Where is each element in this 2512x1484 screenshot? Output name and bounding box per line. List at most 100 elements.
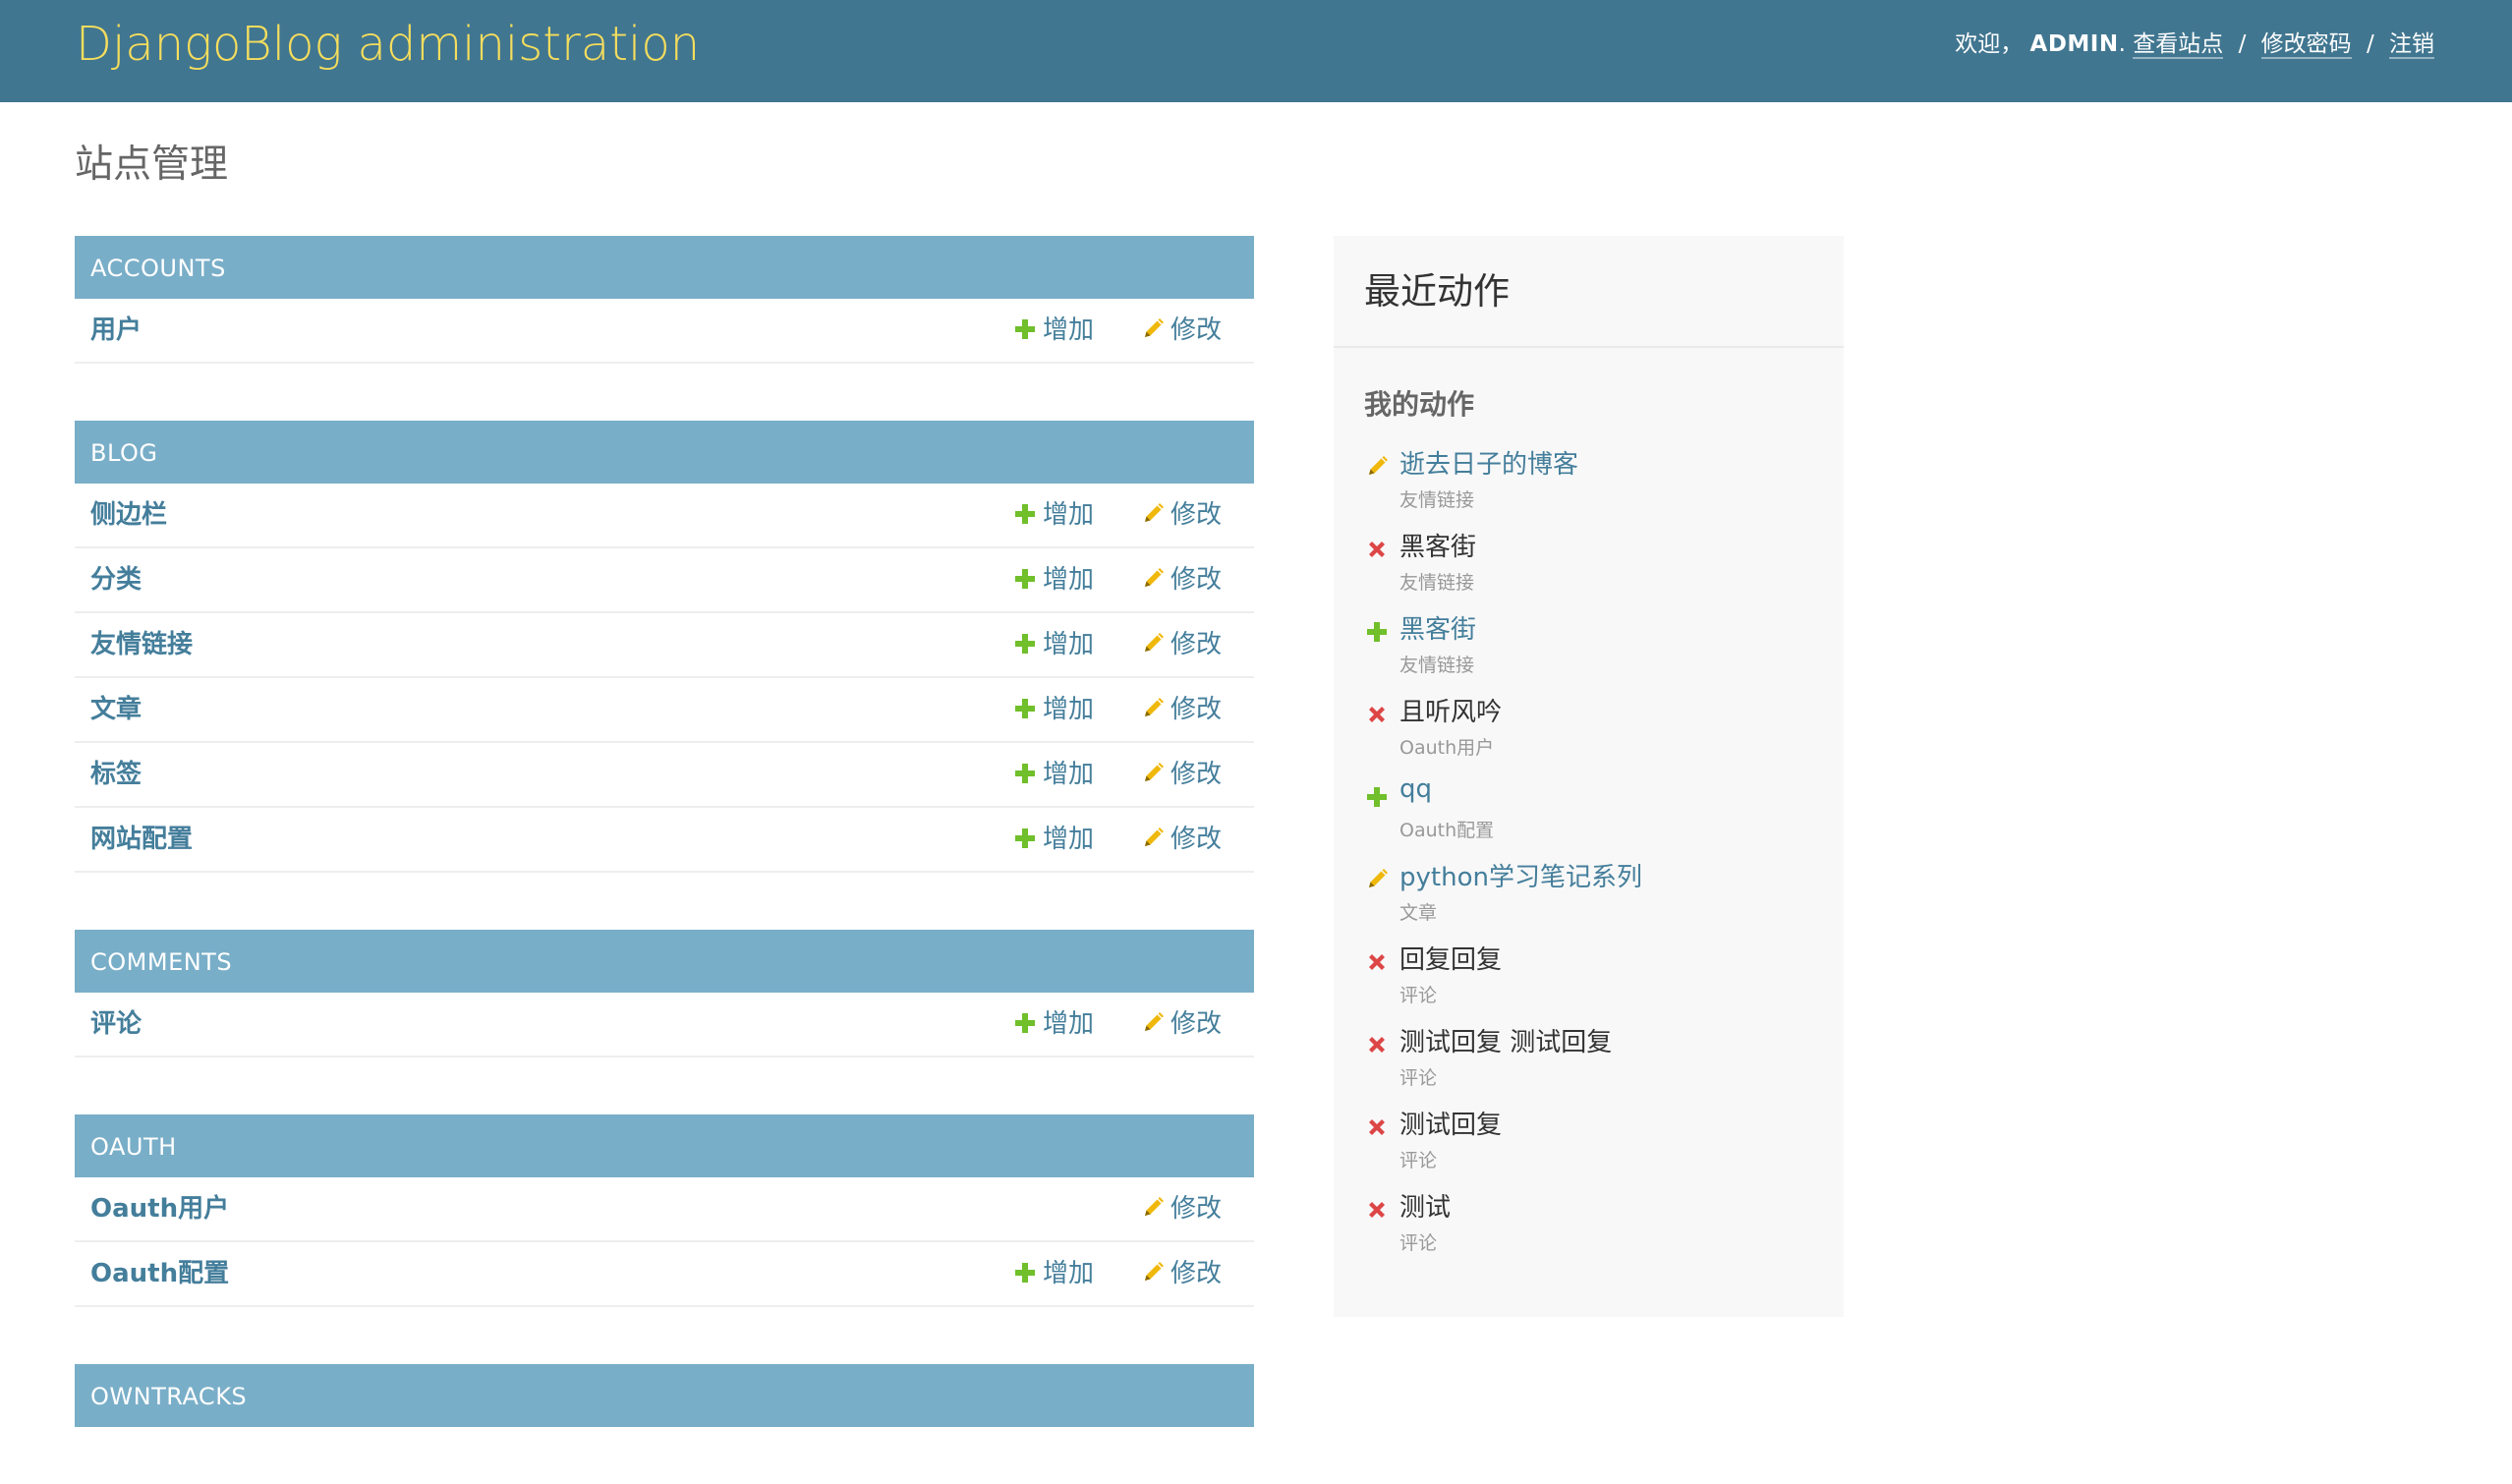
pencil-icon (1140, 682, 1166, 716)
plus-icon (1012, 303, 1038, 339)
action-content-type: 评论 (1399, 985, 1438, 1006)
action-content-type: Oauth配置 (1399, 820, 1495, 841)
pencil-icon (1140, 487, 1166, 522)
add-label: 增加 (1043, 500, 1095, 530)
change-link[interactable]: 修改 (1140, 484, 1222, 546)
action-item: 测试回复 测试回复 评论 (1364, 1020, 1844, 1103)
app-caption[interactable]: OWNTRACKS (75, 1364, 1254, 1427)
pencil-icon (1140, 1246, 1166, 1281)
model-link[interactable]: 友情链接 (90, 613, 193, 676)
model-link[interactable]: 评论 (90, 993, 142, 1056)
action-item: 测试 评论 (1364, 1185, 1844, 1268)
plus-icon (1012, 552, 1038, 589)
change-link[interactable]: 修改 (1140, 548, 1222, 611)
pencil-icon (1364, 867, 1390, 892)
model-link[interactable]: 用户 (90, 299, 142, 362)
separator: / (2238, 31, 2247, 57)
action-item: 且听风吟 Oauth用户 (1364, 690, 1844, 772)
cross-icon (1364, 537, 1390, 562)
pencil-icon (1140, 997, 1166, 1031)
username: ADMIN (2029, 31, 2119, 57)
model-link[interactable]: 文章 (90, 678, 142, 741)
change-link[interactable]: 修改 (1140, 1242, 1222, 1305)
action-item: python学习笔记系列 文章 (1364, 855, 1844, 938)
add-link[interactable]: 增加 (1012, 613, 1094, 676)
model-row: 用户 增加 修改 (75, 299, 1254, 364)
plus-icon (1012, 682, 1038, 718)
pencil-icon (1140, 303, 1166, 337)
action-object: 回复回复 (1399, 945, 1503, 975)
add-link[interactable]: 增加 (1012, 993, 1094, 1056)
model-row: 友情链接 增加 修改 (75, 613, 1254, 678)
add-link[interactable]: 增加 (1012, 299, 1094, 362)
model-row: 分类 增加 修改 (75, 548, 1254, 613)
header-bar: DjangoBlog administration 欢迎， ADMIN. 查看站… (0, 0, 2512, 102)
change-link[interactable]: 修改 (1140, 1177, 1222, 1240)
change-label: 修改 (1170, 695, 1223, 724)
model-link[interactable]: 侧边栏 (90, 484, 167, 546)
change-label: 修改 (1170, 1259, 1223, 1288)
add-label: 增加 (1043, 825, 1095, 854)
add-link[interactable]: 增加 (1012, 1242, 1094, 1305)
change-link[interactable]: 修改 (1140, 678, 1222, 741)
pencil-icon (1140, 747, 1166, 781)
change-label: 修改 (1170, 760, 1223, 789)
change-password-link[interactable]: 修改密码 (2260, 31, 2352, 59)
model-link[interactable]: 标签 (90, 743, 142, 806)
app-caption[interactable]: COMMENTS (75, 930, 1254, 993)
model-row: 侧边栏 增加 修改 (75, 484, 1254, 548)
action-content-type: 友情链接 (1399, 489, 1475, 511)
pencil-icon (1140, 812, 1166, 846)
action-item: 回复回复 评论 (1364, 938, 1844, 1020)
action-object: 黑客街 (1399, 533, 1477, 562)
change-link[interactable]: 修改 (1140, 613, 1222, 676)
add-link[interactable]: 增加 (1012, 808, 1094, 871)
pencil-icon (1140, 552, 1166, 587)
cross-icon (1364, 949, 1390, 975)
action-content-type: 评论 (1399, 1150, 1438, 1171)
model-link[interactable]: 分类 (90, 548, 142, 611)
action-object: 且听风吟 (1399, 698, 1503, 727)
app-caption[interactable]: BLOG (75, 421, 1254, 484)
change-link[interactable]: 修改 (1140, 993, 1222, 1056)
plus-icon (1012, 487, 1038, 524)
logout-link[interactable]: 注销 (2389, 31, 2434, 59)
model-link[interactable]: 网站配置 (90, 808, 193, 871)
pencil-icon (1364, 454, 1390, 480)
change-link[interactable]: 修改 (1140, 808, 1222, 871)
plus-icon (1012, 1246, 1038, 1283)
view-site-link[interactable]: 查看站点 (2133, 31, 2224, 59)
action-item: 黑客街 友情链接 (1364, 607, 1844, 690)
change-label: 修改 (1170, 1194, 1223, 1224)
add-label: 增加 (1043, 565, 1095, 595)
site-name[interactable]: DjangoBlog administration (76, 0, 700, 88)
app-caption[interactable]: OAUTH (75, 1114, 1254, 1177)
add-link[interactable]: 增加 (1012, 548, 1094, 611)
add-link[interactable]: 增加 (1012, 484, 1094, 546)
add-label: 增加 (1043, 1259, 1095, 1288)
model-row: 网站配置 增加 修改 (75, 808, 1254, 873)
action-object-link[interactable]: qq (1399, 774, 1432, 804)
action-object-link[interactable]: 黑客街 (1399, 609, 1476, 646)
action-object: 测试回复 测试回复 (1399, 1028, 1613, 1057)
action-object: 测试回复 (1399, 1111, 1503, 1140)
change-link[interactable]: 修改 (1140, 743, 1222, 806)
recent-actions-panel: 最近动作 我的动作 逝去日子的博客 友情链接 黑客街 友情链接 黑客街 友情链接… (1334, 236, 1844, 1317)
app-module-blog: BLOG 侧边栏 增加 修改 分类 增加 修改 友情链接 增加 修改 文章 增加… (75, 421, 1254, 873)
app-caption[interactable]: ACCOUNTS (75, 236, 1254, 299)
model-link[interactable]: Oauth配置 (90, 1242, 229, 1305)
pencil-icon (1140, 1181, 1166, 1216)
cross-icon (1364, 1114, 1390, 1140)
change-link[interactable]: 修改 (1140, 299, 1222, 362)
action-object-link[interactable]: python学习笔记系列 (1399, 857, 1642, 893)
cross-icon (1364, 1197, 1390, 1223)
page-title: 站点管理 (75, 143, 229, 187)
add-link[interactable]: 增加 (1012, 678, 1094, 741)
action-content-type: 文章 (1399, 902, 1438, 924)
add-link[interactable]: 增加 (1012, 743, 1094, 806)
change-label: 修改 (1170, 565, 1223, 595)
action-item: 逝去日子的博客 友情链接 (1364, 442, 1844, 525)
change-label: 修改 (1170, 1009, 1223, 1039)
action-object-link[interactable]: 逝去日子的博客 (1399, 444, 1578, 481)
model-link[interactable]: Oauth用户 (90, 1177, 229, 1240)
